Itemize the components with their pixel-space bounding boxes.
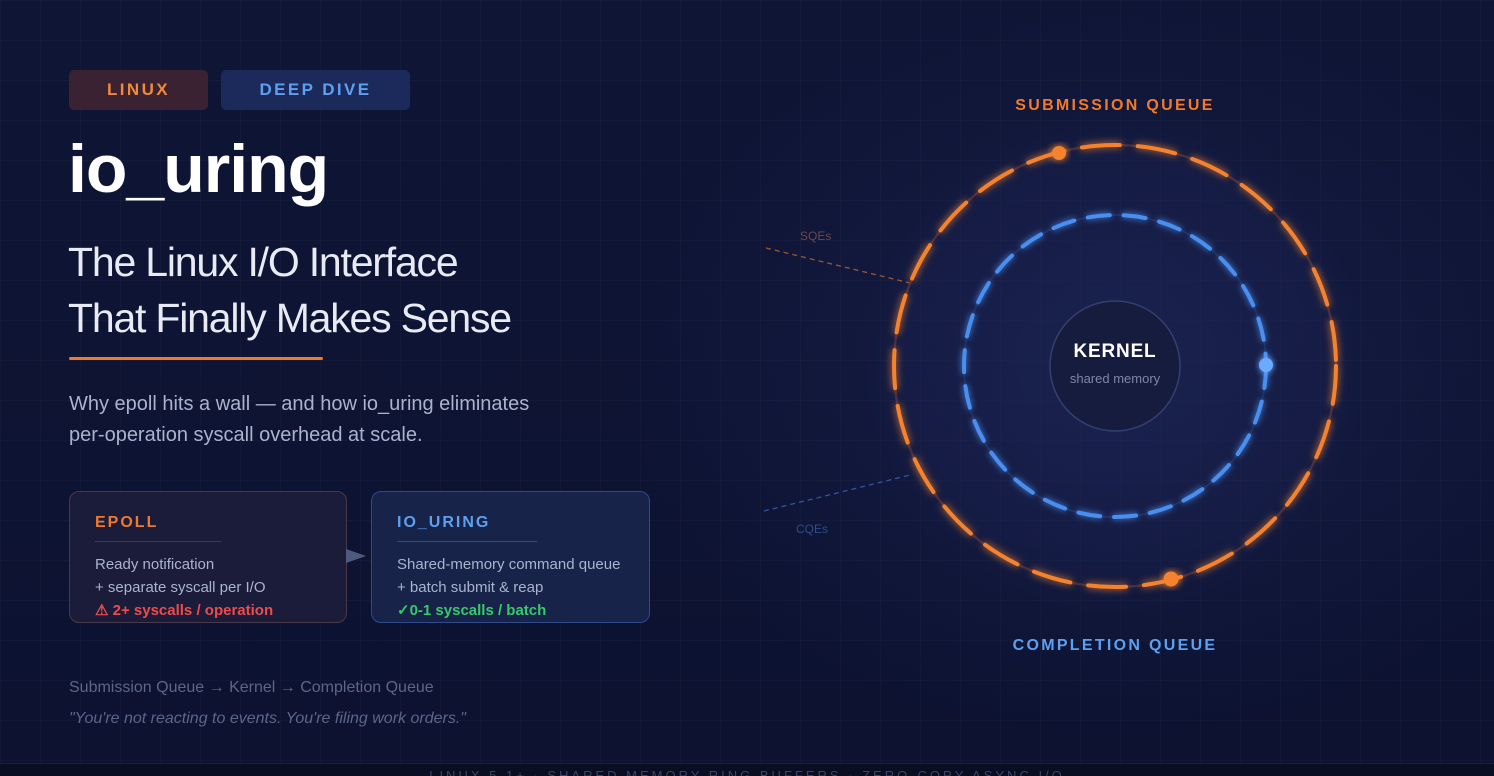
submission-head-dot	[1052, 146, 1066, 160]
io-uring-card-body: Shared-memory command queue + batch subm…	[397, 553, 624, 622]
page-title: io_uring	[68, 131, 329, 207]
io-uring-card-title: IO_URING	[397, 514, 537, 542]
subtitle-line-1: The Linux I/O Interface	[68, 239, 459, 285]
io-uring-success-line: ✓0-1 syscalls / batch	[397, 602, 547, 619]
footer-text: LINUX 5.1+ · SHARED MEMORY RING BUFFERS …	[429, 768, 1065, 776]
linux-tag: LINUX	[69, 70, 208, 110]
ring-diagram: SQEs CQEs KERNEL shared memory SUBMISSIO…	[763, 85, 1395, 654]
footer-strip: LINUX 5.1+ · SHARED MEMORY RING BUFFERS …	[0, 763, 1494, 776]
io-uring-line-1: Shared-memory command queue	[397, 556, 621, 573]
lede-line-1: Why epoll hits a wall — and how io_uring…	[69, 393, 530, 415]
kernel-sublabel: shared memory	[1070, 371, 1161, 386]
epoll-card-body: Ready notification + separate syscall pe…	[95, 553, 321, 622]
page-subtitle: The Linux I/O Interface That Finally Mak…	[68, 234, 512, 346]
sqe-label: SQEs	[800, 229, 831, 243]
submission-queue-label: SUBMISSION QUEUE	[1015, 97, 1215, 114]
epoll-card: EPOLL Ready notification + separate sysc…	[69, 491, 347, 623]
submission-tail-dot	[1163, 571, 1179, 587]
hero-page: LINUX DEEP DIVE io_uring The Linux I/O I…	[0, 0, 1494, 776]
epoll-warning-line: ⚠ 2+ syscalls / operation	[95, 602, 274, 619]
accent-rule	[69, 357, 323, 360]
io-uring-card: IO_URING Shared-memory command queue + b…	[371, 491, 650, 623]
cqe-label: CQEs	[796, 522, 828, 536]
epoll-card-title: EPOLL	[95, 514, 221, 542]
kernel-core	[1049, 300, 1181, 432]
subtitle-line-2: That Finally Makes Sense	[68, 295, 512, 341]
flow-caption: Submission Queue → Kernel → Completion Q…	[69, 679, 434, 696]
completion-queue-label: COMPLETION QUEUE	[1013, 637, 1218, 654]
lede-paragraph: Why epoll hits a wall — and how io_uring…	[69, 389, 529, 451]
deep-dive-tag: DEEP DIVE	[221, 70, 410, 110]
triangle-right-icon	[346, 549, 366, 563]
kernel-label: KERNEL	[1074, 341, 1157, 362]
lede-line-2: per-operation syscall overhead at scale.	[69, 424, 423, 446]
epoll-line-2: + separate syscall per I/O	[95, 579, 266, 596]
completion-head-dot	[1259, 358, 1273, 372]
io-uring-line-2: + batch submit & reap	[397, 579, 544, 596]
quote-caption: "You're not reacting to events. You're f…	[69, 710, 466, 727]
epoll-line-1: Ready notification	[95, 556, 215, 573]
